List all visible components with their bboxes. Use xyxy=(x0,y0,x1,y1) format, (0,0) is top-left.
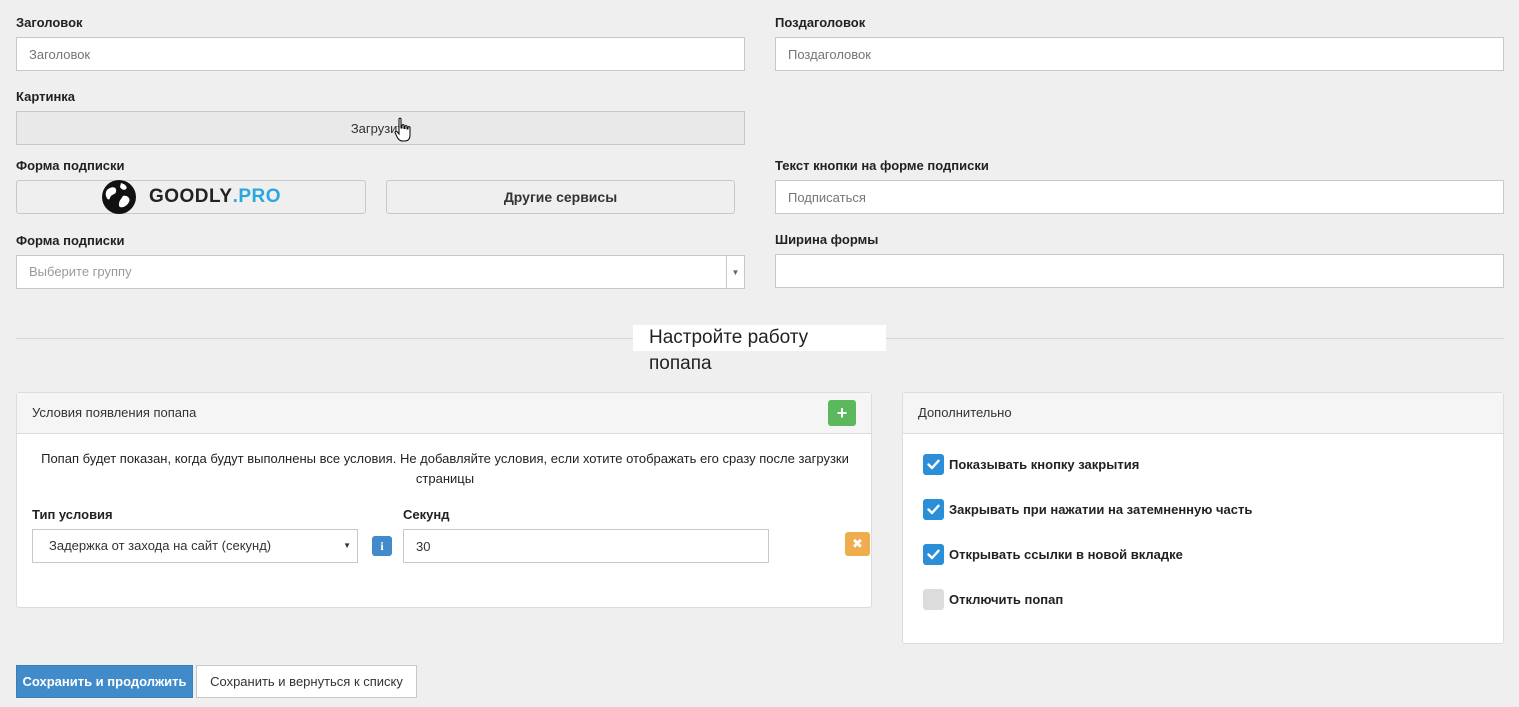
goodly-service-button[interactable]: GOODLY .PRO xyxy=(16,180,366,214)
group-select[interactable]: Выберите группу ▼ xyxy=(16,255,745,289)
width-input[interactable] xyxy=(775,254,1504,288)
title-label: Заголовок xyxy=(16,15,83,30)
option-label: Показывать кнопку закрытия xyxy=(949,457,1140,472)
extra-panel-header: Дополнительно xyxy=(903,393,1503,434)
button-text-input[interactable] xyxy=(775,180,1504,214)
option-row[interactable]: Закрывать при нажатии на затемненную час… xyxy=(923,499,1252,520)
subtitle-input[interactable] xyxy=(775,37,1504,71)
chevron-down-icon: ▼ xyxy=(726,256,744,288)
extra-panel-title: Дополнительно xyxy=(918,405,1012,420)
seconds-label: Секунд xyxy=(403,507,450,522)
group-select-placeholder: Выберите группу xyxy=(29,264,132,279)
group-label: Форма подписки xyxy=(16,233,125,248)
option-label: Отключить попап xyxy=(949,592,1064,607)
other-services-label: Другие сервисы xyxy=(503,189,618,205)
info-icon: i xyxy=(380,538,384,553)
conditions-info-text: Попап будет показан, когда будут выполне… xyxy=(41,451,849,486)
save-return-label: Сохранить и вернуться к списку xyxy=(210,674,403,689)
check-icon xyxy=(927,504,940,515)
plus-icon: + xyxy=(836,403,848,423)
add-condition-button[interactable]: + xyxy=(828,400,856,426)
goodly-logo-suffix: .PRO xyxy=(232,186,282,207)
hand-cursor-icon xyxy=(394,117,411,142)
option-checkbox[interactable] xyxy=(923,499,944,520)
extra-panel: Дополнительно Показывать кнопку закрытия… xyxy=(902,392,1504,644)
subtitle-label: Поздаголовок xyxy=(775,15,866,30)
globe-icon xyxy=(101,180,136,214)
option-label: Закрывать при нажатии на затемненную час… xyxy=(949,502,1253,517)
option-label: Открывать ссылки в новой вкладке xyxy=(949,547,1183,562)
width-label: Ширина формы xyxy=(775,232,879,247)
goodly-logo-text: GOODLY xyxy=(148,186,233,207)
option-row[interactable]: Открывать ссылки в новой вкладке xyxy=(923,544,1183,565)
remove-condition-button[interactable]: ✖ xyxy=(845,532,870,556)
chevron-down-icon: ▼ xyxy=(343,541,351,550)
option-checkbox[interactable] xyxy=(923,544,944,565)
save-continue-label: Сохранить и продолжить xyxy=(22,674,187,689)
conditions-panel-title: Условия появления попапа xyxy=(32,405,197,420)
info-button[interactable]: i xyxy=(372,536,392,556)
condition-type-label: Тип условия xyxy=(32,507,113,522)
option-row[interactable]: Отключить попап xyxy=(923,589,1063,610)
subscribe-form-label: Форма подписки xyxy=(16,158,125,173)
conditions-panel-header: Условия появления попапа + xyxy=(17,393,871,434)
condition-type-value: Задержка от захода на сайт (секунд) xyxy=(49,538,272,553)
save-return-button[interactable]: Сохранить и вернуться к списку xyxy=(196,665,417,698)
seconds-input[interactable] xyxy=(403,529,769,563)
section-title: Настройте работу попапа xyxy=(633,325,886,374)
save-continue-button[interactable]: Сохранить и продолжить xyxy=(16,665,193,698)
option-checkbox[interactable] xyxy=(923,454,944,475)
option-row[interactable]: Показывать кнопку закрытия xyxy=(923,454,1139,475)
check-icon xyxy=(927,549,940,560)
option-checkbox[interactable] xyxy=(923,589,944,610)
condition-type-select[interactable]: Задержка от захода на сайт (секунд) ▼ xyxy=(32,529,358,563)
upload-button[interactable]: Загрузить xyxy=(16,111,745,145)
image-label: Картинка xyxy=(16,89,76,104)
check-icon xyxy=(927,459,940,470)
close-icon: ✖ xyxy=(852,536,863,551)
other-services-button[interactable]: Другие сервисы xyxy=(386,180,735,214)
conditions-panel: Условия появления попапа + Попап будет п… xyxy=(16,392,872,608)
title-input[interactable] xyxy=(16,37,745,71)
button-text-label: Текст кнопки на форме подписки xyxy=(775,158,989,173)
